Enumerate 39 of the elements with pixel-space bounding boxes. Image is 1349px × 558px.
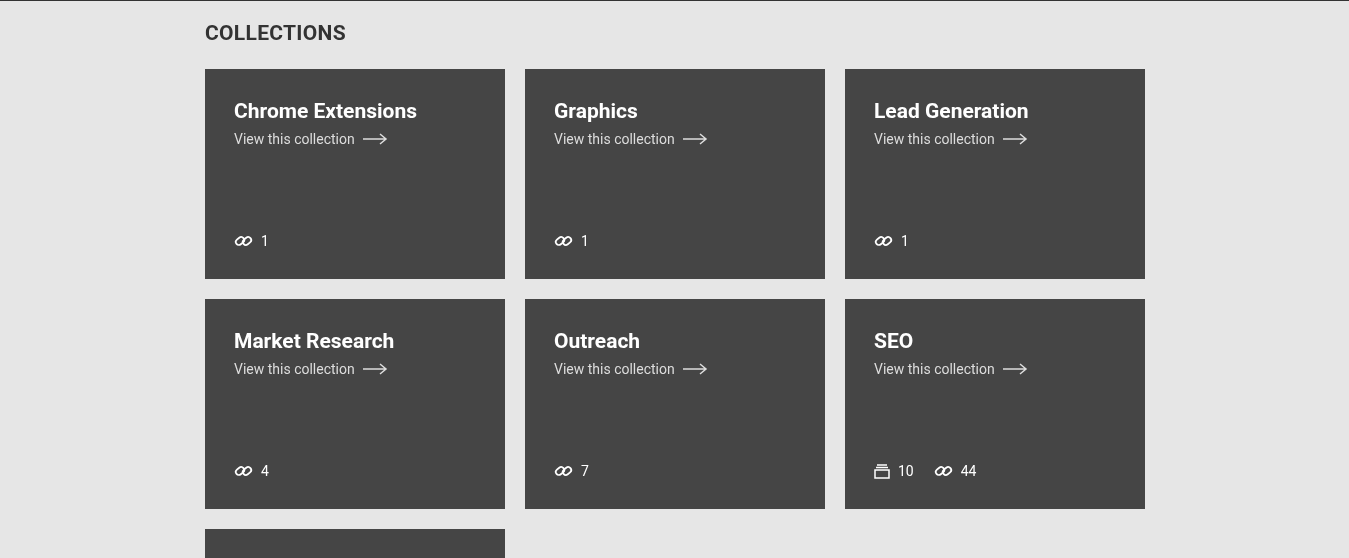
view-collection-link[interactable]: View this collection [234,131,388,147]
item-count: 10 [898,463,914,479]
view-collection-link[interactable]: View this collection [554,131,708,147]
link-icon [933,463,953,479]
arrow-icon [682,363,708,375]
arrow-icon [1002,363,1028,375]
arrow-icon [1002,133,1028,145]
item-count: 1 [581,233,589,249]
link-icon [874,233,893,249]
collection-title: Outreach [554,329,642,353]
stack-icon [874,463,890,479]
item-count: 7 [581,463,589,479]
arrow-icon [362,133,388,145]
collection-card[interactable]: Graphics View this collection 1 [525,69,825,279]
item-count: 4 [261,463,269,479]
collection-title: Lead Generation [874,99,1030,123]
collection-card[interactable]: SEO View this collection 10 44 [845,299,1145,509]
arrow-icon [682,133,708,145]
collection-title: Graphics [554,99,639,123]
link-icon [234,233,253,249]
collection-card[interactable]: Chrome Extensions View this collection 1 [205,69,505,279]
view-collection-link[interactable]: View this collection [874,361,1028,377]
link-icon [554,233,573,249]
view-collection-link[interactable]: View this collection [234,361,388,377]
view-collection-link[interactable]: View this collection [554,361,708,377]
collection-title: Market Research [234,329,396,353]
item-count: 1 [901,233,909,249]
collection-title: SEO [874,329,915,353]
collection-card[interactable]: Lead Generation View this collection 1 [845,69,1145,279]
arrow-icon [362,363,388,375]
collection-title: Chrome Extensions [234,99,418,123]
item-count: 1 [261,233,269,249]
section-heading: COLLECTIONS [205,21,347,45]
link-icon [554,463,573,479]
link-icon [234,463,253,479]
view-collection-link[interactable]: View this collection [874,131,1028,147]
item-count: 44 [960,463,977,479]
collection-card[interactable]: Outreach View this collection 7 [525,299,825,509]
collection-card[interactable]: Market Research View this collection 4 [205,299,505,509]
